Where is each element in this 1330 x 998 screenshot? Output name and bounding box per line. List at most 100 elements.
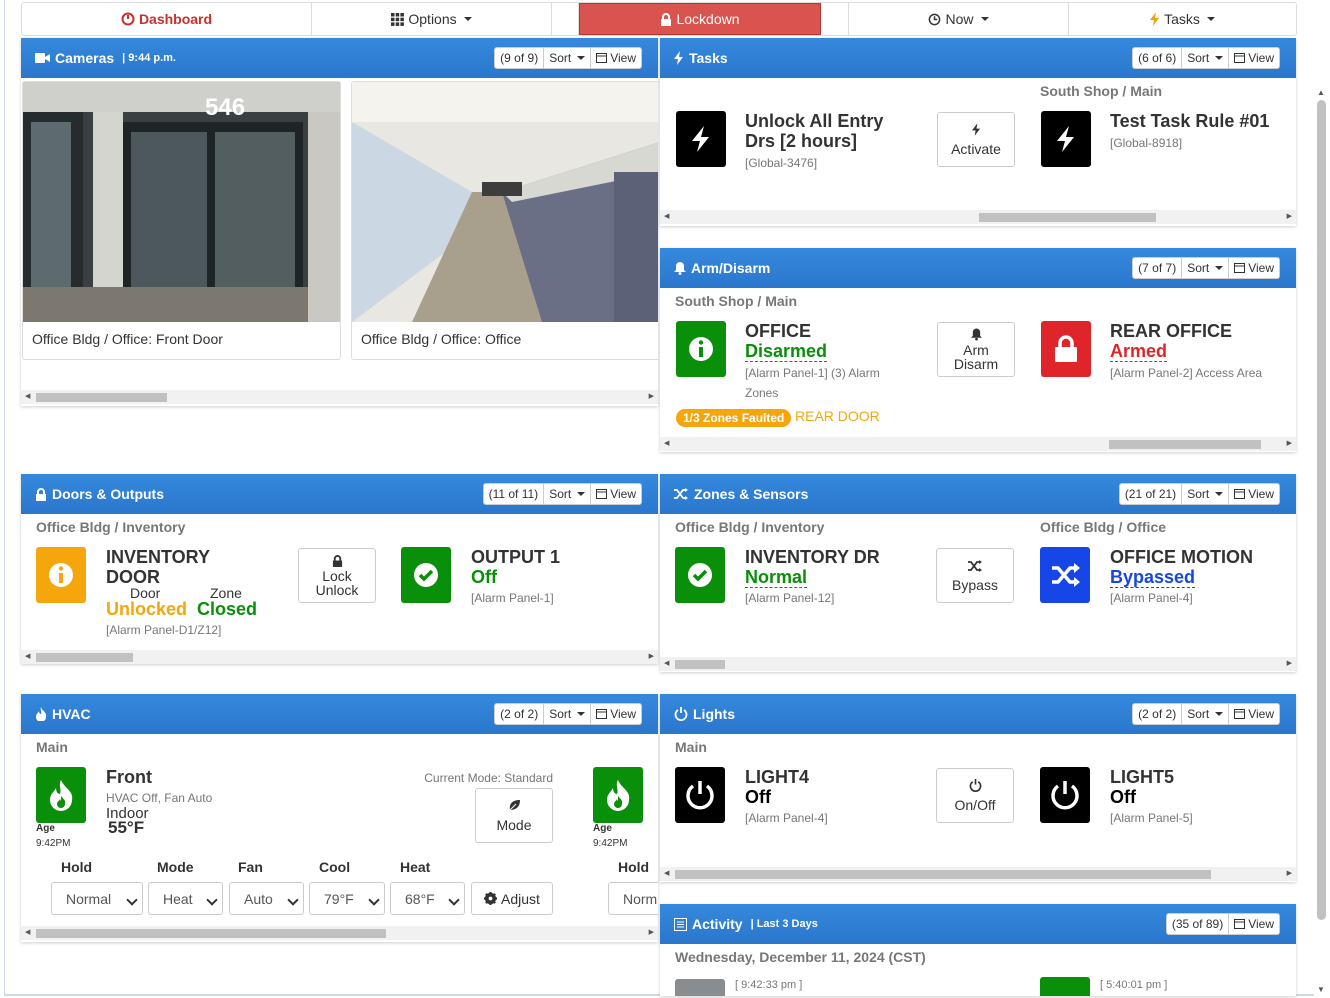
age-time: 9:42PM xyxy=(36,838,71,849)
shuffle-icon xyxy=(967,559,982,572)
hvac-view-button[interactable]: View xyxy=(591,704,641,724)
zones-view-button[interactable]: View xyxy=(1229,484,1279,504)
light-detail: [Alarm Panel-5] xyxy=(1110,811,1193,825)
hold-select[interactable]: Norm xyxy=(608,882,658,915)
zone-status[interactable]: Normal xyxy=(745,567,808,588)
lights-panel: Lights (2 of 2) Sort View Main LIGHT4 Of… xyxy=(660,694,1296,882)
mode-select[interactable]: Heat xyxy=(148,882,223,915)
cameras-count: (9 of 9) xyxy=(495,48,545,68)
door-icon-box-orange xyxy=(36,547,86,603)
arm-status[interactable]: Armed xyxy=(1110,341,1168,362)
nav-dashboard[interactable]: Dashboard xyxy=(22,3,312,35)
nav-lockdown[interactable]: Lockdown xyxy=(579,3,821,35)
arm-disarm-button[interactable]: Arm Disarm xyxy=(937,322,1015,377)
arm-name: REAR OFFICE xyxy=(1110,321,1233,341)
cool-select[interactable]: 79°F xyxy=(309,882,385,915)
hold-label: Hold xyxy=(61,859,93,875)
window-icon xyxy=(596,53,608,63)
lights-sort-button[interactable]: Sort xyxy=(1182,704,1230,724)
hvac-scrollbar[interactable]: ◀ ▶ xyxy=(21,926,658,940)
page-scrollbar[interactable]: ▲ ▼ xyxy=(1314,80,1328,996)
arm-scrollbar[interactable]: ◀ ▶ xyxy=(660,437,1296,451)
lock-icon xyxy=(661,12,672,26)
tasks-sort-button[interactable]: Sort xyxy=(1182,48,1230,68)
zone-name: INVENTORY DR xyxy=(745,547,880,567)
bypass-button[interactable]: Bypass xyxy=(936,548,1014,603)
hold-select[interactable]: Normal xyxy=(51,882,143,915)
activity-view-button[interactable]: View xyxy=(1229,914,1279,934)
hvac-icon-box xyxy=(36,767,86,823)
tasks-view-button[interactable]: View xyxy=(1229,48,1279,68)
zones-location: Office Bldg / Inventory xyxy=(675,519,825,535)
zone-detail: [Alarm Panel-4] xyxy=(1110,591,1193,605)
caret-down-icon xyxy=(1206,17,1215,21)
cameras-sort-button[interactable]: Sort xyxy=(544,48,592,68)
zones-header: Zones & Sensors (21 of 21) Sort View xyxy=(660,474,1296,514)
adjust-button[interactable]: Adjust xyxy=(471,882,553,915)
heat-label: Heat xyxy=(400,859,431,875)
light-detail: [Alarm Panel-4] xyxy=(745,811,828,825)
doors-view-button[interactable]: View xyxy=(591,484,641,504)
light-status: Off xyxy=(745,787,771,807)
gear-icon xyxy=(484,892,498,905)
cameras-scrollbar[interactable]: ◀ ▶ xyxy=(21,390,658,404)
door-detail: [Alarm Panel-D1/Z12] xyxy=(106,623,222,637)
doors-sort-button[interactable]: Sort xyxy=(544,484,592,504)
arm-status[interactable]: Disarmed xyxy=(745,341,828,362)
hvac-title: HVAC xyxy=(52,706,91,722)
nav-now-label: Now xyxy=(945,11,974,27)
output-name: OUTPUT 1 xyxy=(471,547,561,567)
heat-select[interactable]: 68°F xyxy=(390,882,465,915)
hvac-header: HVAC (2 of 2) Sort View xyxy=(21,694,658,734)
tasks-count: (6 of 6) xyxy=(1133,48,1183,68)
info-circle-icon xyxy=(689,337,713,361)
zones-sort-button[interactable]: Sort xyxy=(1182,484,1230,504)
current-mode-text: Current Mode: Standard xyxy=(424,771,553,785)
activate-button[interactable]: Activate xyxy=(937,112,1015,167)
arm-count: (7 of 7) xyxy=(1133,258,1183,278)
arm-view-button[interactable]: View xyxy=(1229,258,1279,278)
arm-sort-button[interactable]: Sort xyxy=(1182,258,1230,278)
hvac-sort-button[interactable]: Sort xyxy=(544,704,592,724)
activity-date: Wednesday, December 11, 2024 (CST) xyxy=(675,949,926,965)
activity-time: [ 5:40:01 pm ] xyxy=(1100,979,1168,991)
zones-location-2: Office Bldg / Office xyxy=(1040,519,1167,535)
nav-now[interactable]: Now xyxy=(849,3,1069,35)
cameras-view-button[interactable]: View xyxy=(591,48,641,68)
output-status: Off xyxy=(471,567,497,587)
door-status: Unlocked xyxy=(106,599,188,619)
camera-caption: Office Bldg / Office: Office xyxy=(361,331,522,347)
top-nav: Dashboard Options Lockdown Now Tasks xyxy=(21,2,1297,36)
doors-scrollbar[interactable]: ◀ ▶ xyxy=(21,650,658,664)
lock-unlock-button[interactable]: Lock Unlock xyxy=(298,548,376,603)
nav-options-label: Options xyxy=(408,11,457,27)
camera-tile-front-door[interactable]: 546 Office Bldg / Office: Front Door xyxy=(22,81,341,360)
tasks-scrollbar[interactable]: ◀ ▶ xyxy=(660,210,1296,224)
fan-label: Fan xyxy=(238,859,263,875)
light-name: LIGHT5 xyxy=(1110,767,1175,787)
zones-scrollbar[interactable]: ◀ ▶ xyxy=(660,657,1296,671)
video-camera-icon xyxy=(35,53,50,63)
camera-tile-office[interactable]: Office Bldg / Office: Office xyxy=(351,81,658,360)
arm-location: South Shop / Main xyxy=(675,293,798,309)
mode-button[interactable]: Mode xyxy=(475,788,553,843)
activity-header: Activity | Last 3 Days (35 of 89) View xyxy=(660,904,1296,944)
nav-options[interactable]: Options xyxy=(312,3,552,35)
on-off-button[interactable]: On/Off xyxy=(936,768,1014,823)
caret-down-icon xyxy=(980,17,989,21)
arm-detail: [Alarm Panel-2] Access Area xyxy=(1110,366,1263,380)
check-circle-icon xyxy=(414,563,438,587)
zones-panel: Zones & Sensors (21 of 21) Sort View Off… xyxy=(660,474,1296,672)
arm-icon-box-red xyxy=(1041,321,1091,377)
nav-dashboard-label: Dashboard xyxy=(138,11,213,27)
lights-scrollbar[interactable]: ◀ ▶ xyxy=(660,867,1296,881)
fire-icon xyxy=(36,707,47,721)
camera-image-office xyxy=(352,82,658,322)
cameras-panel: Cameras | 9:44 p.m. (9 of 9) Sort View 54… xyxy=(21,38,658,406)
lights-view-button[interactable]: View xyxy=(1229,704,1279,724)
fan-select[interactable]: Auto xyxy=(229,882,304,915)
nav-tasks[interactable]: Tasks xyxy=(1069,3,1296,35)
zone-status[interactable]: Bypassed xyxy=(1110,567,1196,588)
light-icon-box xyxy=(1040,767,1090,823)
power-icon xyxy=(686,781,714,810)
